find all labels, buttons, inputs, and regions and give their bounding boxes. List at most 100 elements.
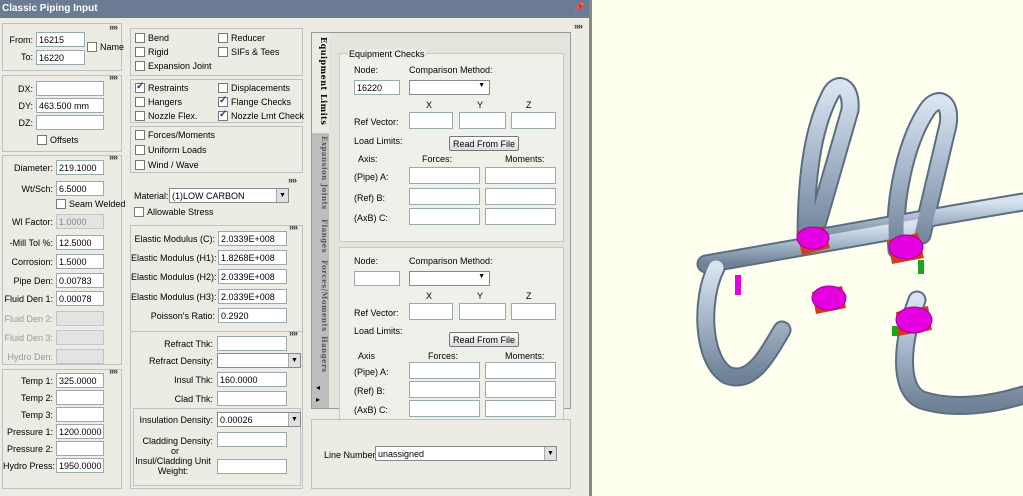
dx-input[interactable]: [36, 81, 104, 96]
ref-b-moments-input[interactable]: [485, 381, 556, 398]
nozzle-lmt-check-checkbox[interactable]: [218, 109, 228, 121]
tab-scroll-right-icon[interactable]: ▸: [316, 395, 320, 404]
uniform-loads-row[interactable]: Uniform Loads: [135, 145, 207, 155]
pressure1-input[interactable]: 1200.0000: [56, 424, 104, 439]
chevron-down-icon[interactable]: ▼: [544, 447, 556, 460]
model-3d-viewport[interactable]: [592, 0, 1023, 496]
chevron-down-icon[interactable]: ▼: [288, 413, 300, 426]
pin-icon[interactable]: 📌: [574, 2, 585, 13]
pipeden-input[interactable]: 0.00783: [56, 273, 104, 288]
equipment-node-input[interactable]: [354, 271, 400, 286]
uniform-loads-checkbox[interactable]: [135, 145, 145, 155]
bend-row[interactable]: Bend: [135, 33, 169, 43]
ref-vector-x-input[interactable]: [409, 112, 453, 129]
read-from-file-button[interactable]: Read From File: [449, 332, 519, 347]
ref-vector-y-input[interactable]: [459, 303, 506, 320]
expand-icon[interactable]: »»: [288, 175, 297, 185]
allowable-stress-row[interactable]: Allowable Stress: [134, 207, 214, 217]
equipment-node-input[interactable]: 16220: [354, 80, 400, 95]
temp2-input[interactable]: [56, 390, 104, 405]
cladding-density-input[interactable]: [217, 432, 287, 447]
temp3-input[interactable]: [56, 407, 104, 422]
displacements-row[interactable]: Displacements: [218, 83, 290, 93]
diameter-input[interactable]: 219.1000: [56, 160, 104, 175]
pipe-a-moments-input[interactable]: [485, 362, 556, 379]
restraint-symbol[interactable]: [888, 233, 924, 274]
tab-expansion-joints[interactable]: Expansion Joints: [312, 133, 329, 215]
wind-wave-checkbox[interactable]: [135, 160, 145, 170]
clad-thk-input[interactable]: [217, 391, 287, 406]
axb-c-forces-input[interactable]: [409, 208, 480, 225]
read-from-file-button[interactable]: Read From File: [449, 136, 519, 151]
tab-equipment-limits[interactable]: Equipment Limits: [312, 33, 329, 133]
displacements-checkbox[interactable]: [218, 83, 228, 93]
expand-icon[interactable]: »»: [289, 222, 298, 232]
pipe-a-moments-input[interactable]: [485, 167, 556, 184]
poisson-input[interactable]: 0.2920: [218, 308, 287, 323]
tab-scroll-left-icon[interactable]: ◂: [316, 383, 320, 392]
rigid-row[interactable]: Rigid: [135, 47, 169, 57]
chevron-down-icon[interactable]: ▼: [288, 354, 300, 367]
insul-thk-input[interactable]: 160.0000: [217, 372, 287, 387]
bend-checkbox[interactable]: [135, 33, 145, 43]
hydro-press-input[interactable]: 1950.0000: [56, 458, 104, 473]
ref-vector-z-input[interactable]: [511, 112, 556, 129]
expand-icon[interactable]: »»: [289, 328, 298, 338]
tab-flanges[interactable]: Flanges: [312, 216, 329, 256]
refract-thk-input[interactable]: [217, 336, 287, 351]
insul-density-dropdown[interactable]: 0.00026 ▼: [217, 412, 301, 427]
material-dropdown[interactable]: (1)LOW CARBON ▼: [169, 188, 289, 203]
tab-hangers[interactable]: Hangers: [312, 333, 329, 379]
reducer-checkbox[interactable]: [218, 33, 228, 43]
restraints-checkbox[interactable]: [135, 81, 145, 93]
line-number-dropdown[interactable]: unassigned ▼: [375, 446, 557, 461]
wtsch-input[interactable]: 6.5000: [56, 181, 104, 196]
elastic-h3-input[interactable]: 2.0339E+008: [218, 289, 287, 304]
corrosion-input[interactable]: 1.5000: [56, 254, 104, 269]
name-checkbox[interactable]: [87, 42, 97, 52]
dz-input[interactable]: [36, 115, 104, 130]
elastic-c-input[interactable]: 2.0339E+008: [218, 231, 287, 246]
nozzle-flex-row[interactable]: Nozzle Flex.: [135, 111, 198, 121]
restraint-symbol[interactable]: [811, 285, 847, 314]
chevron-down-icon[interactable]: ▼: [478, 273, 485, 280]
ref-b-forces-input[interactable]: [409, 381, 480, 398]
expand-icon[interactable]: »»: [109, 22, 118, 32]
chevron-down-icon[interactable]: ▼: [276, 189, 288, 202]
elastic-h1-input[interactable]: 1.8268E+008: [218, 250, 287, 265]
flange-checks-row[interactable]: Flange Checks: [218, 95, 291, 107]
pressure2-input[interactable]: [56, 441, 104, 456]
expand-icon[interactable]: »»: [109, 72, 118, 82]
tab-forces-moments[interactable]: Forces/Moments: [312, 257, 329, 332]
unit-weight-input[interactable]: [217, 459, 287, 474]
ref-b-moments-input[interactable]: [485, 188, 556, 205]
offsets-checkbox-row[interactable]: Offsets: [37, 135, 78, 145]
restraint-symbol[interactable]: [735, 275, 741, 295]
restraints-row[interactable]: Restraints: [135, 81, 189, 93]
from-node-input[interactable]: 16215: [36, 32, 85, 47]
chevron-down-icon[interactable]: ▼: [478, 82, 485, 89]
pipe-a-forces-input[interactable]: [409, 167, 480, 184]
offsets-checkbox[interactable]: [37, 135, 47, 145]
expand-icon[interactable]: »»: [109, 366, 118, 376]
to-node-input[interactable]: 16220: [36, 50, 85, 65]
milltol-input[interactable]: 12.5000: [56, 235, 104, 250]
temp1-input[interactable]: 325.0000: [56, 373, 104, 388]
nozzle-flex-checkbox[interactable]: [135, 111, 145, 121]
forces-moments-row[interactable]: Forces/Moments: [135, 130, 215, 140]
axb-c-forces-input[interactable]: [409, 400, 480, 417]
comparison-method-dropdown[interactable]: ▼: [409, 271, 490, 286]
nozzle-lmt-row[interactable]: Nozzle Lmt Check: [218, 109, 304, 121]
expand-icon[interactable]: »»: [109, 152, 118, 162]
elastic-h2-input[interactable]: 2.0339E+008: [218, 269, 287, 284]
expansion-row[interactable]: Expansion Joint: [135, 61, 212, 71]
ref-vector-z-input[interactable]: [511, 303, 556, 320]
pipe-a-forces-input[interactable]: [409, 362, 480, 379]
comparison-method-dropdown[interactable]: ▼: [409, 80, 490, 95]
rigid-checkbox[interactable]: [135, 47, 145, 57]
refract-density-dropdown[interactable]: ▼: [217, 353, 301, 368]
restraint-symbol[interactable]: [892, 306, 933, 336]
forces-moments-checkbox[interactable]: [135, 130, 145, 140]
hangers-checkbox[interactable]: [135, 97, 145, 107]
fluidden1-input[interactable]: 0.00078: [56, 291, 104, 306]
